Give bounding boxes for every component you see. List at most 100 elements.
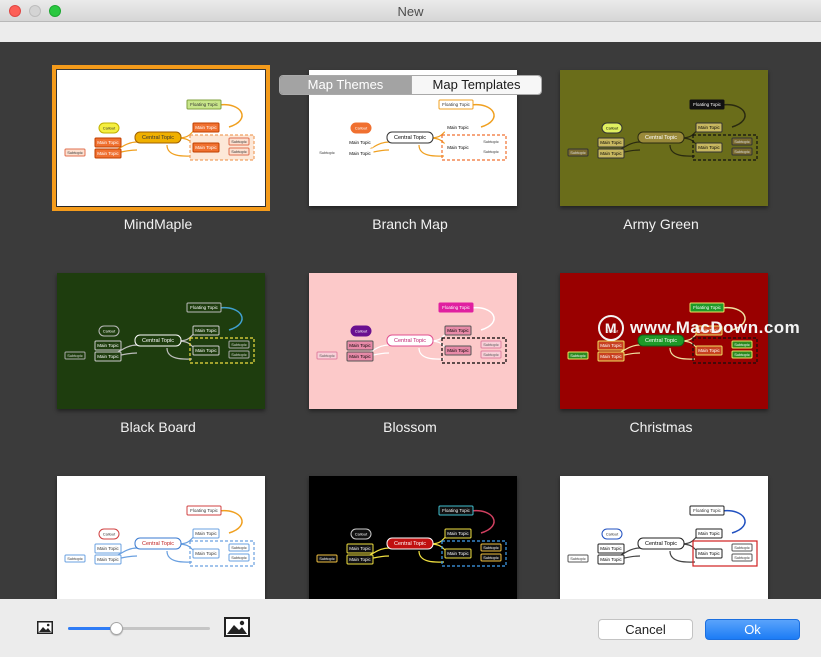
main-topic-right-1-text: Main Topic <box>195 531 217 536</box>
main-topic-right-1-text: Main Topic <box>447 125 469 130</box>
slider-knob[interactable] <box>110 622 124 635</box>
central-topic-text: Central Topic <box>645 135 677 141</box>
theme-card-9[interactable]: Floating Topic Callout Central Topic Main T… <box>560 476 768 599</box>
theme-gallery: Map Themes Map Templates Floating Topic C… <box>0 42 821 599</box>
main-topic-right-1-text: Main Topic <box>447 328 469 333</box>
main-topic-right-2-text: Main Topic <box>195 348 217 353</box>
callout-text: Callout <box>355 126 368 131</box>
theme-label-christmas: Christmas <box>629 419 693 435</box>
thumbnail-size-slider[interactable] <box>68 622 210 635</box>
subtopic-right-2-text: Subtopic <box>734 352 750 357</box>
subtopic-right-2-text: Subtopic <box>483 555 499 560</box>
central-topic-text: Central Topic <box>394 338 426 344</box>
main-topic-left-2-text: Main Topic <box>349 557 371 562</box>
main-topic-right-1-text: Main Topic <box>195 125 217 130</box>
subtopic-right-1-text: Subtopic <box>483 139 499 144</box>
floating-topic-text: Floating Topic <box>190 305 218 310</box>
main-topic-left-1-text: Main Topic <box>600 546 622 551</box>
mind-map-thumbnail: Floating Topic Callout Central Topic Main T… <box>560 70 768 206</box>
main-topic-left-1-text: Main Topic <box>97 140 119 145</box>
subtopic-right-1-text: Subtopic <box>734 342 750 347</box>
subtopic-right-1-text: Subtopic <box>483 545 499 550</box>
subtopic-right-2-text: Subtopic <box>734 555 750 560</box>
central-topic-text: Central Topic <box>394 135 426 141</box>
floating-topic-text: Floating Topic <box>190 102 218 107</box>
theme-card-blossom[interactable]: Floating Topic Callout Central Topic Main T… <box>309 273 517 409</box>
main-topic-left-1-text: Main Topic <box>97 546 119 551</box>
main-topic-left-2-text: Main Topic <box>600 151 622 156</box>
floating-topic-text: Floating Topic <box>693 102 721 107</box>
central-topic-text: Central Topic <box>394 541 426 547</box>
theme-card-christmas[interactable]: Floating Topic Callout Central Topic Main T… <box>560 273 768 409</box>
theme-label-blossom: Blossom <box>383 419 437 435</box>
subtopic-left-text: Subtopic <box>319 353 335 358</box>
theme-label-black-board: Black Board <box>120 419 196 435</box>
callout-text: Callout <box>606 532 619 537</box>
main-topic-left-1-text: Main Topic <box>600 343 622 348</box>
callout-text: Callout <box>103 329 116 334</box>
tab-map-templates[interactable]: Map Templates <box>411 76 541 94</box>
main-topic-right-2-text: Main Topic <box>447 348 469 353</box>
callout-text: Callout <box>103 126 116 131</box>
callout-text: Callout <box>355 532 368 537</box>
theme-card-7[interactable]: Floating Topic Callout Central Topic Main T… <box>57 476 265 599</box>
mind-map-thumbnail: Floating Topic Callout Central Topic Main T… <box>560 476 768 599</box>
mind-map-thumbnail: Floating TopicCalloutCentral TopicMain T… <box>57 70 265 206</box>
callout-text: Callout <box>606 126 619 131</box>
main-topic-right-2-text: Main Topic <box>698 145 720 150</box>
main-topic-right-1-text: Main Topic <box>698 125 720 130</box>
subtopic-left-text: Subtopic <box>319 556 335 561</box>
subtopic-right-2-text: Subtopic <box>483 352 499 357</box>
floating-topic-text: Floating Topic <box>693 508 721 513</box>
floating-topic-text: Floating Topic <box>442 305 470 310</box>
callout-text: Callout <box>103 532 116 537</box>
theme-card-8[interactable]: Floating Topic Callout Central Topic Main T… <box>309 476 517 599</box>
large-image-icon <box>224 617 250 637</box>
main-topic-left-2-text: Main Topic <box>349 354 371 359</box>
main-topic-right-1-text: Main Topic <box>195 328 217 333</box>
theme-label-branch-map: Branch Map <box>372 216 448 232</box>
subtopic-left-text: Subtopic <box>570 353 586 358</box>
main-topic-left-2-text: Main Topic <box>97 151 119 156</box>
subtopic-right-2-text: Subtopic <box>231 149 247 154</box>
main-topic-right-1-text: Main Topic <box>698 531 720 536</box>
subtopic-right-1-text: Subtopic <box>231 545 247 550</box>
mind-map-thumbnail: Floating TopicCalloutCentral TopicMain T… <box>57 273 265 409</box>
subtopic-right-1-text: Subtopic <box>734 139 750 144</box>
macdown-logo-icon: M <box>598 315 624 341</box>
main-topic-left-2-text: Main Topic <box>600 557 622 562</box>
floating-topic-text: Floating Topic <box>190 508 218 513</box>
subtopic-left-text: Subtopic <box>67 353 83 358</box>
cancel-button[interactable]: Cancel <box>598 619 693 640</box>
theme-label-mindmaple: MindMaple <box>123 216 193 232</box>
floating-topic-text: Floating Topic <box>442 102 470 107</box>
mind-map-thumbnail: Floating TopicCalloutCentral TopicMain T… <box>57 476 265 599</box>
mind-map-thumbnail: Floating TopicCalloutCentral TopicMain T… <box>309 273 517 409</box>
subtopic-left-text: Subtopic <box>67 150 83 155</box>
main-topic-left-2-text: Main Topic <box>97 354 119 359</box>
tab-map-themes[interactable]: Map Themes <box>280 76 411 94</box>
subtopic-right-1-text: Subtopic <box>231 139 247 144</box>
subtopic-right-2-text: Subtopic <box>231 352 247 357</box>
floating-topic-text: Floating Topic <box>693 305 721 310</box>
theme-card-mindmaple[interactable]: Floating Topic Callout Central Topic Main T… <box>52 65 270 211</box>
mind-map-thumbnail: Floating TopicCalloutCentral TopicMain T… <box>560 273 768 409</box>
subtopic-right-2-text: Subtopic <box>483 149 499 154</box>
main-topic-right-1-text: Main Topic <box>447 531 469 536</box>
theme-card-black-board[interactable]: Floating Topic Callout Central Topic Main T… <box>57 273 265 409</box>
mind-map-thumbnail: Floating TopicCalloutCentral TopicMain T… <box>309 476 517 599</box>
theme-card-army-green[interactable]: Floating Topic Callout Central Topic Main T… <box>560 70 768 206</box>
central-topic-text: Central Topic <box>645 541 677 547</box>
ok-button[interactable]: Ok <box>705 619 800 640</box>
main-topic-left-1-text: Main Topic <box>97 343 119 348</box>
theme-label-army-green: Army Green <box>623 216 699 232</box>
watermark-text: www.MacDown.com <box>630 318 801 337</box>
main-topic-right-2-text: Main Topic <box>698 551 720 556</box>
subtopic-left-text: Subtopic <box>67 556 83 561</box>
main-topic-right-2-text: Main Topic <box>195 551 217 556</box>
main-topic-left-2-text: Main Topic <box>600 354 622 359</box>
main-topic-right-2-text: Main Topic <box>447 145 469 150</box>
main-topic-left-1-text: Main Topic <box>600 140 622 145</box>
bottom-bar: Cancel Ok <box>0 599 821 657</box>
subtopic-left-text: Subtopic <box>570 150 586 155</box>
